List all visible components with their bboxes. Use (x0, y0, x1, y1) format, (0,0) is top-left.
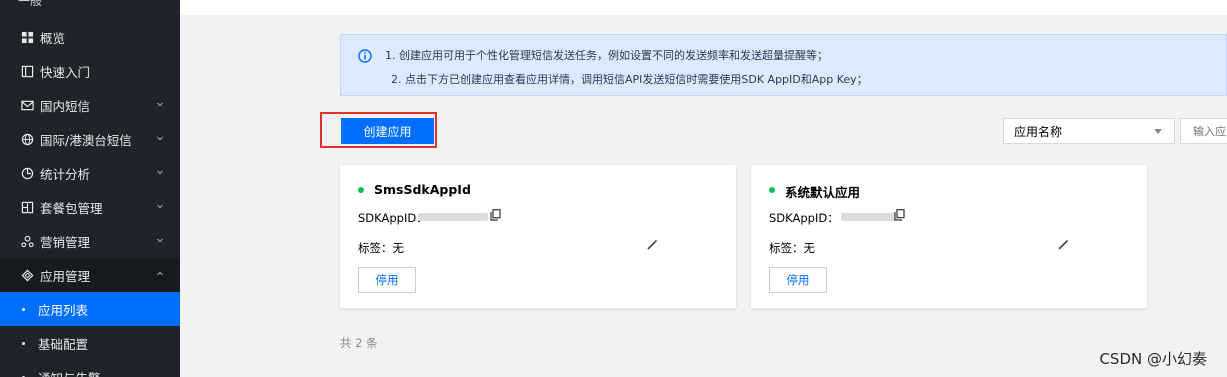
chevron-down-icon (157, 238, 163, 243)
filter-select[interactable]: 应用名称 (1003, 118, 1175, 144)
sidebar-item-label: 快速入门 (40, 64, 91, 80)
tag-label: 标签：无 (769, 241, 815, 255)
copy-icon[interactable] (894, 209, 905, 221)
sidebar-item-label: 国内短信 (40, 98, 91, 114)
sidebar-item-overview[interactable]: 概览 (0, 20, 180, 54)
sidebar-item-label: 国际/港澳台短信 (40, 132, 132, 148)
mail-icon (20, 98, 34, 112)
main-content: 1. 创建应用可用于个性化管理短信发送任务，例如设置不同的发送频率和发送超量提醒… (180, 15, 1227, 377)
sidebar-subitem-notifications[interactable]: 通知与告警 (0, 360, 180, 377)
app-card[interactable]: SmsSdkAppId SDKAppID： 标签：无 停用 (340, 165, 736, 308)
sidebar-item-intl-sms[interactable]: 国际/港澳台短信 (0, 122, 180, 156)
sidebar-item-packages[interactable]: 套餐包管理 (0, 190, 180, 224)
sidebar-item-label: 统计分析 (40, 166, 91, 182)
sidebar-item-label: 营销管理 (40, 234, 91, 250)
sidebar-item-label: 概览 (40, 30, 66, 46)
sidebar-item-marketing[interactable]: 营销管理 (0, 224, 180, 258)
disable-button[interactable]: 停用 (358, 267, 416, 293)
chevron-down-icon (157, 136, 163, 141)
sidebar-item-domestic-sms[interactable]: 国内短信 (0, 88, 180, 122)
copy-icon[interactable] (490, 209, 501, 221)
bullet-dot (22, 308, 25, 311)
filter-selected-value: 应用名称 (1014, 124, 1063, 139)
sidebar-item-statistics[interactable]: 统计分析 (0, 156, 180, 190)
caret-down-icon (1154, 129, 1162, 134)
sidebar-item-app-management[interactable]: 应用管理 (0, 258, 180, 292)
chart-icon (20, 166, 34, 180)
chevron-down-icon (157, 102, 163, 107)
edit-icon[interactable] (1057, 239, 1069, 251)
top-band (180, 0, 1227, 15)
book-icon (20, 64, 34, 78)
people-icon (20, 234, 34, 248)
sidebar-subitem-basic-config[interactable]: 基础配置 (0, 326, 180, 360)
chevron-up-icon (157, 271, 163, 276)
sidebar-top-fragment: 一般 (18, 0, 43, 8)
status-dot (769, 187, 775, 193)
sidebar-subitem-app-list[interactable]: 应用列表 (0, 292, 180, 326)
package-icon (20, 200, 34, 214)
chevron-down-icon (157, 170, 163, 175)
total-count: 共 2 条 (340, 336, 378, 350)
tag-label: 标签：无 (358, 241, 404, 255)
chevron-down-icon (157, 204, 163, 209)
edit-icon[interactable] (646, 239, 658, 251)
sdk-appid-masked (418, 213, 488, 221)
app-name: 系统默认应用 (785, 185, 861, 200)
sidebar-subitem-label: 通知与告警 (38, 368, 101, 377)
sidebar-item-label: 套餐包管理 (40, 200, 103, 216)
create-app-button[interactable]: 创建应用 (341, 118, 434, 144)
bullet-dot (22, 342, 25, 345)
sidebar: 一般 概览 快速入门 国内短信 国际/港澳台短信 统计分析 套餐包管理 营销管理… (0, 0, 180, 377)
notice-line-2: 2. 点击下方已创建应用查看应用详情，调用短信API发送短信时需要使用SDK A… (391, 73, 868, 86)
sidebar-subitem-label: 应用列表 (38, 302, 89, 318)
globe-icon (20, 132, 34, 146)
search-input[interactable] (1180, 118, 1227, 144)
status-dot (358, 187, 364, 193)
app-name: SmsSdkAppId (374, 182, 471, 197)
disable-button[interactable]: 停用 (769, 267, 827, 293)
sdk-appid-label: SDKAppID： (769, 211, 839, 225)
diamond-icon (20, 268, 34, 282)
app-card[interactable]: 系统默认应用 SDKAppID： 标签：无 停用 (751, 165, 1147, 308)
info-icon (358, 49, 372, 63)
sidebar-item-quickstart[interactable]: 快速入门 (0, 54, 180, 88)
grid-icon (20, 30, 34, 44)
info-notice: 1. 创建应用可用于个性化管理短信发送任务，例如设置不同的发送频率和发送超量提醒… (340, 34, 1227, 96)
sidebar-item-label: 应用管理 (40, 268, 91, 284)
notice-line-1: 1. 创建应用可用于个性化管理短信发送任务，例如设置不同的发送频率和发送超量提醒… (385, 49, 828, 62)
sidebar-subitem-label: 基础配置 (38, 336, 89, 352)
sdk-appid-masked (841, 213, 895, 221)
watermark: CSDN @小幻奏 (1099, 350, 1207, 368)
